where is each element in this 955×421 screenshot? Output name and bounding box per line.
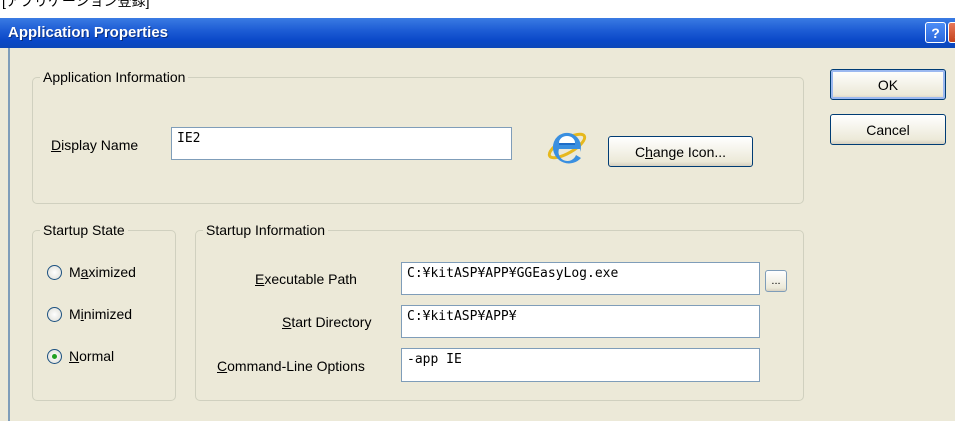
radio-maximized-label: Maximized [69, 264, 136, 280]
cancel-label: Cancel [866, 121, 910, 138]
start-directory-field[interactable]: C:¥kitASP¥APP¥ [401, 305, 760, 338]
page-caption: [アプリケーション登録] [2, 0, 150, 9]
startup-information-title: Startup Information [203, 222, 329, 238]
help-icon: ? [931, 24, 940, 41]
radio-circle [47, 306, 62, 322]
browse-label: ... [771, 275, 781, 287]
radio-minimized-label: Minimized [69, 306, 133, 322]
executable-path-label: Executable Path [255, 271, 357, 287]
display-name-field[interactable]: IE2 [171, 127, 512, 160]
radio-normal-label: Normal [69, 348, 115, 364]
ok-button[interactable]: OK [830, 69, 946, 100]
startup-state-group: Startup State Maximized Minimized Normal [32, 222, 176, 401]
radio-normal[interactable]: Normal [47, 348, 114, 364]
radio-maximized[interactable]: Maximized [47, 264, 136, 280]
help-button[interactable]: ? [925, 22, 946, 43]
application-information-group: Application Information Display Name IE2… [32, 69, 804, 204]
window-title: Application Properties [8, 24, 169, 41]
application-properties-dialog: Application Properties ? x Application I… [0, 18, 955, 421]
close-button[interactable]: x [948, 22, 955, 43]
change-icon-label: Change Icon... [634, 143, 727, 160]
display-name-label: Display Name [51, 137, 139, 153]
radio-selected-dot [52, 353, 57, 359]
startup-state-title: Startup State [40, 222, 128, 238]
cancel-button[interactable]: Cancel [830, 114, 946, 145]
ok-label: OK [877, 76, 899, 93]
window-left-border [8, 48, 10, 421]
command-line-options-label: Command-Line Options [217, 358, 365, 374]
command-line-options-field[interactable]: -app IE [401, 348, 760, 382]
browse-button[interactable]: ... [765, 270, 787, 292]
radio-circle-selected [47, 348, 62, 364]
startup-information-group: Startup Information Executable Path C:¥k… [195, 222, 804, 401]
radio-circle [47, 264, 62, 280]
start-directory-label: Start Directory [282, 314, 372, 330]
title-bar[interactable]: Application Properties ? x [0, 18, 955, 48]
internet-explorer-icon [547, 132, 587, 164]
application-information-title: Application Information [40, 69, 189, 85]
executable-path-field[interactable]: C:¥kitASP¥APP¥GGEasyLog.exe [401, 262, 760, 295]
change-icon-button[interactable]: Change Icon... [608, 136, 753, 167]
radio-minimized[interactable]: Minimized [47, 306, 132, 322]
